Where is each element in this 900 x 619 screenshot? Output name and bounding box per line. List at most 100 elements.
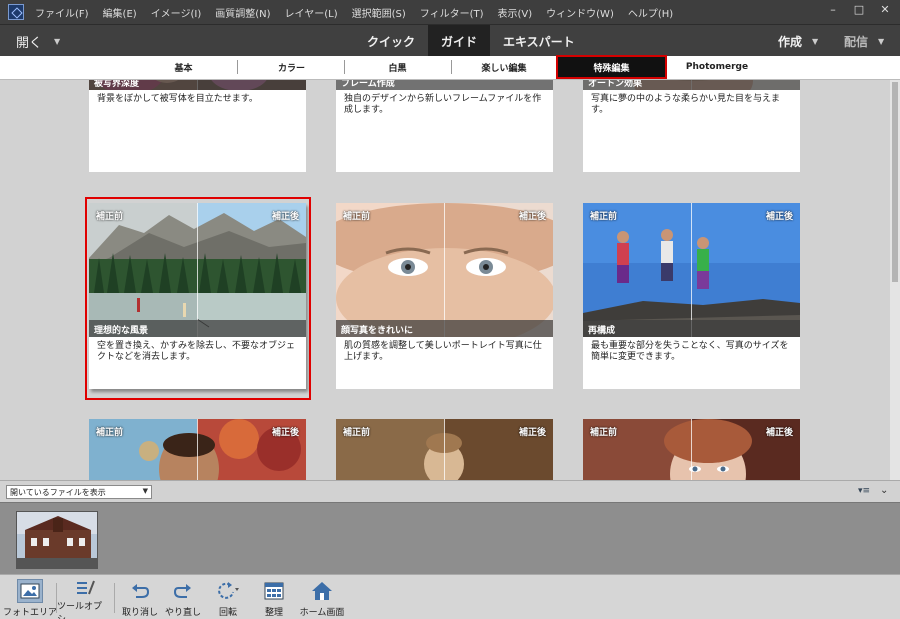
card-description: 肌の質感を調整して美しいポートレイト写真に仕上げます。 bbox=[344, 341, 542, 362]
photo-area-label: フォトエリア bbox=[2, 608, 57, 618]
card-title: フレーム作成 bbox=[336, 80, 553, 90]
open-label: 開く bbox=[16, 35, 43, 51]
before-label: 補正前 bbox=[343, 212, 371, 222]
card-perfect-portrait[interactable]: 補正前 補正後 顔写真をきれいに 肌の質感を調整して美しいポートレイト写真に仕上… bbox=[336, 203, 553, 389]
menu-image[interactable]: イメージ(I) bbox=[144, 5, 209, 20]
tab-guided[interactable]: ガイド bbox=[428, 25, 491, 57]
card-recompose[interactable]: 補正前 補正後 再構成 最も重要な部分を失うことなく、写真のサイズを簡単に変更で… bbox=[583, 203, 800, 389]
menu-edit[interactable]: 編集(E) bbox=[96, 5, 144, 20]
chevron-down-icon: ▼ bbox=[878, 36, 885, 46]
create-label: 作成 bbox=[778, 34, 803, 49]
open-button[interactable]: 開く ▼ bbox=[16, 25, 60, 57]
rotate-label: 回転 bbox=[218, 608, 237, 618]
home-screen-label: ホーム画面 bbox=[299, 608, 345, 618]
menu-help[interactable]: ヘルプ(H) bbox=[621, 5, 680, 20]
card-photo: 補正前 補正後 bbox=[583, 419, 800, 480]
undo-icon bbox=[127, 579, 153, 603]
before-after-divider bbox=[444, 203, 445, 337]
menu-enhance[interactable]: 画質調整(N) bbox=[208, 5, 277, 20]
redo-label: やり直し bbox=[164, 608, 201, 618]
card-bottom-2[interactable]: 補正前 補正後 bbox=[336, 419, 553, 480]
card-bottom-3[interactable]: 補正前 補正後 bbox=[583, 419, 800, 480]
card-description: 最も重要な部分を失うことなく、写真のサイズを簡単に変更できます。 bbox=[591, 341, 789, 362]
organize-label: 整理 bbox=[264, 608, 283, 618]
tool-options-label: ツールオプシ... bbox=[57, 602, 103, 619]
tab-photomerge[interactable]: Photomerge bbox=[667, 56, 767, 78]
menu-filter[interactable]: フィルター(T) bbox=[413, 5, 491, 20]
before-after-divider bbox=[691, 419, 692, 480]
chevron-down-icon: ▼ bbox=[54, 36, 61, 46]
show-files-select[interactable]: 開いているファイルを表示 ▼ bbox=[6, 485, 152, 499]
tab-fun-edits[interactable]: 楽しい編集 bbox=[452, 56, 556, 78]
photo-thumbnail[interactable] bbox=[16, 511, 98, 569]
before-after-divider bbox=[197, 419, 198, 480]
chevron-down-icon: ▼ bbox=[812, 36, 819, 46]
minimize-icon[interactable]: – bbox=[820, 0, 846, 18]
before-label: 補正前 bbox=[96, 428, 124, 438]
before-after-divider bbox=[444, 419, 445, 480]
create-button[interactable]: 作成 ▼ bbox=[778, 25, 818, 57]
share-label: 配信 bbox=[844, 34, 869, 49]
home-screen-button[interactable]: ホーム画面 bbox=[292, 579, 352, 619]
menu-layer[interactable]: レイヤー(L) bbox=[278, 5, 345, 20]
category-tabs: 基本 カラー 白黒 楽しい編集 特殊編集 Photomerge bbox=[0, 55, 900, 80]
tab-black-and-white[interactable]: 白黒 bbox=[345, 56, 450, 78]
card-orton-effect[interactable]: オートン効果 写真に夢の中のような柔らかい見た目を与えます。 bbox=[583, 80, 800, 172]
before-after-divider bbox=[691, 203, 692, 337]
organize-icon bbox=[261, 579, 287, 603]
undo-label: 取り消し bbox=[121, 608, 158, 618]
menu-view[interactable]: 表示(V) bbox=[491, 5, 540, 20]
card-description: 背景をぼかして被写体を目立たせます。 bbox=[97, 94, 258, 104]
show-files-value: 開いているファイルを表示 bbox=[10, 488, 106, 497]
tab-quick[interactable]: クイック bbox=[354, 25, 428, 57]
before-label: 補正前 bbox=[343, 428, 371, 438]
card-photo: 補正前 補正後 bbox=[336, 203, 553, 337]
close-icon[interactable]: ✕ bbox=[872, 0, 898, 18]
tool-options-icon bbox=[72, 579, 98, 597]
after-label: 補正後 bbox=[765, 212, 793, 222]
maximize-icon[interactable]: □ bbox=[846, 0, 872, 18]
photo-area-button[interactable]: フォトエリア bbox=[2, 579, 58, 619]
card-title: オートン効果 bbox=[583, 80, 800, 90]
tool-options-button[interactable]: ツールオプシ... bbox=[57, 579, 113, 619]
card-photo: 補正前 補正後 bbox=[336, 419, 553, 480]
tab-color[interactable]: カラー bbox=[238, 56, 345, 78]
before-label: 補正前 bbox=[590, 428, 618, 438]
home-icon bbox=[309, 579, 335, 603]
card-description: 写真に夢の中のような柔らかい見た目を与えます。 bbox=[591, 94, 781, 115]
tab-special-edits[interactable]: 特殊編集 bbox=[556, 55, 667, 79]
vertical-scrollbar[interactable] bbox=[890, 80, 900, 480]
selection-highlight bbox=[85, 197, 311, 400]
after-label: 補正後 bbox=[271, 428, 299, 438]
after-label: 補正後 bbox=[518, 212, 546, 222]
share-button[interactable]: 配信 ▼ bbox=[844, 25, 884, 57]
task-bar: フォトエリア ツールオプシ... 取り消し やり直し 回転 整理 bbox=[0, 574, 900, 619]
collapse-chevron-icon[interactable]: ⌄ bbox=[880, 485, 888, 496]
card-bottom-1[interactable]: 補正前 補正後 bbox=[89, 419, 306, 480]
menu-select[interactable]: 選択範囲(S) bbox=[345, 5, 413, 20]
card-depth-of-field[interactable]: 被写界深度 背景をぼかして被写体を目立たせます。 bbox=[89, 80, 306, 172]
guided-edits-grid: 被写界深度 背景をぼかして被写体を目立たせます。 フレーム作成 独自のデザインか… bbox=[0, 80, 890, 480]
tab-basic[interactable]: 基本 bbox=[130, 56, 237, 78]
card-frame-creator[interactable]: フレーム作成 独自のデザインから新しいフレームファイルを作成します。 bbox=[336, 80, 553, 172]
menu-bar: ファイル(F) 編集(E) イメージ(I) 画質調整(N) レイヤー(L) 選択… bbox=[0, 0, 900, 24]
menu-file[interactable]: ファイル(F) bbox=[28, 5, 96, 20]
menu-window[interactable]: ウィンドウ(W) bbox=[539, 5, 621, 20]
card-photo: 補正前 補正後 bbox=[583, 203, 800, 337]
bin-options-menu-icon[interactable]: ▾≡ bbox=[858, 486, 870, 496]
card-title: 顔写真をきれいに bbox=[336, 320, 553, 337]
card-description: 独自のデザインから新しいフレームファイルを作成します。 bbox=[344, 94, 542, 115]
card-photo: 補正前 補正後 bbox=[89, 419, 306, 480]
chevron-down-icon: ▼ bbox=[142, 487, 148, 495]
tab-expert[interactable]: エキスパート bbox=[490, 25, 588, 57]
app-logo-icon bbox=[4, 0, 28, 24]
rotate-icon bbox=[215, 579, 241, 603]
thumbnail-image bbox=[17, 512, 97, 568]
photo-area-icon bbox=[17, 579, 43, 603]
mode-bar: 開く ▼ クイック ガイド エキスパート 作成 ▼ 配信 ▼ bbox=[0, 24, 900, 57]
after-label: 補正後 bbox=[765, 428, 793, 438]
card-title: 被写界深度 bbox=[89, 80, 306, 90]
redo-icon bbox=[170, 579, 196, 603]
photo-bin-header: 開いているファイルを表示 ▼ ▾≡ ⌄ bbox=[0, 480, 900, 502]
scrollbar-thumb[interactable] bbox=[892, 82, 898, 282]
